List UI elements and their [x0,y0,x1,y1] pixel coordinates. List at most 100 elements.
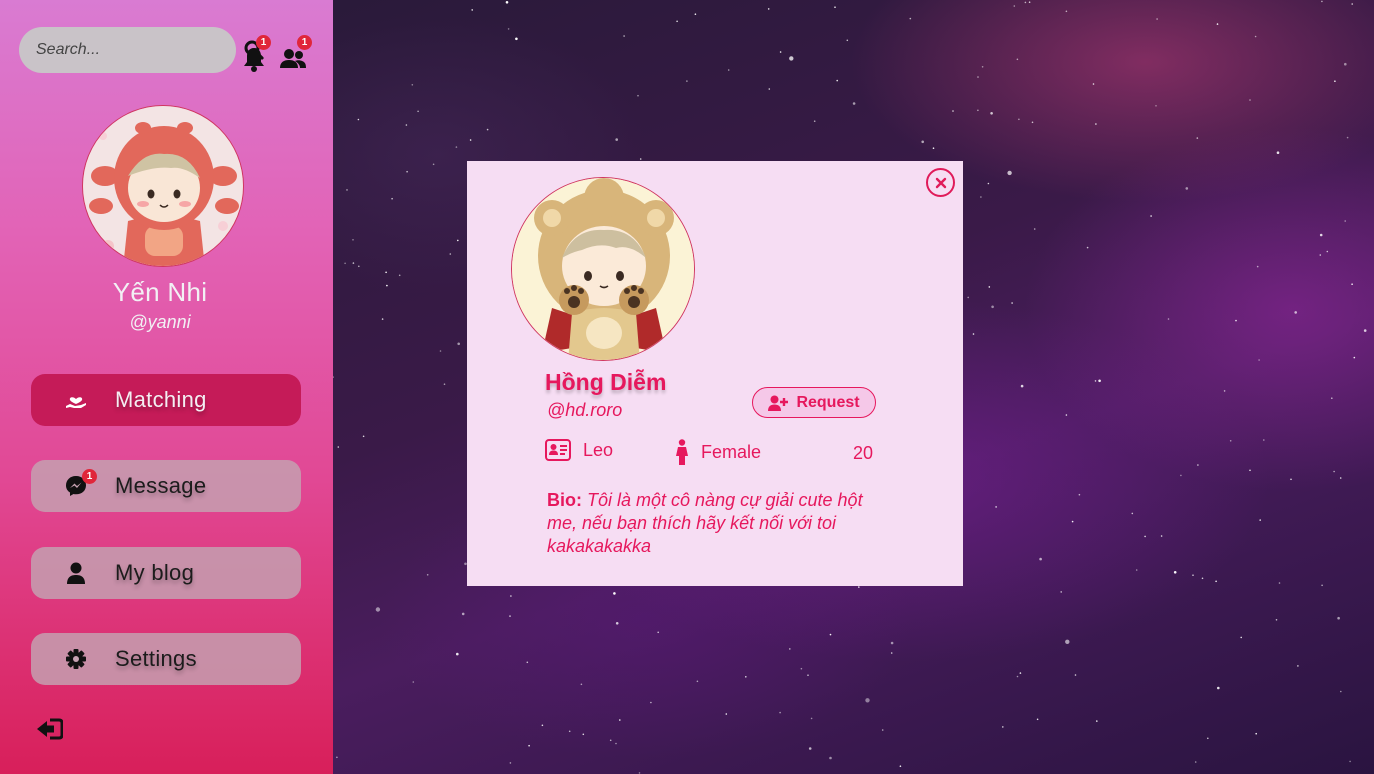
star [789,648,791,650]
star [1086,246,1089,249]
star [1007,170,1012,176]
star [995,506,997,508]
star [1194,761,1197,763]
star [813,120,816,122]
nav-message-button[interactable]: 1 Message [31,460,301,512]
profile-avatar [511,177,695,361]
star [456,652,459,656]
star [1319,233,1323,237]
star [1216,23,1219,25]
star [810,717,813,720]
star [1344,220,1346,222]
star [1290,478,1292,481]
star [696,680,699,683]
star [352,239,354,241]
gender-value: Female [701,441,762,462]
user-avatar[interactable] [82,105,244,267]
star [1259,519,1261,521]
star [890,652,893,654]
star [1333,470,1335,473]
star [417,110,419,113]
star [337,446,340,448]
request-label: Request [796,393,860,411]
user-handle: @yanni [129,312,191,332]
star [972,333,975,335]
star [336,756,338,759]
star [800,667,803,670]
logout-button[interactable] [34,716,64,742]
user-plus-icon [768,395,789,411]
star [1258,359,1260,361]
notification-badge: 1 [256,35,271,50]
star [1150,215,1152,217]
star [1351,283,1353,286]
star [981,66,984,68]
star [507,28,510,30]
star [768,88,771,90]
star [1160,535,1163,537]
star [469,139,472,141]
star [358,265,360,268]
star [386,284,388,287]
nav-settings-button[interactable]: Settings [31,633,301,685]
star [676,20,678,23]
star [1078,493,1081,496]
star [1016,58,1019,61]
star [657,631,659,634]
star [1294,311,1297,314]
close-button[interactable] [926,168,955,197]
star [694,13,697,15]
star [346,189,348,191]
star [1363,329,1367,332]
star [1031,121,1034,124]
star [1185,187,1189,190]
star [1223,390,1226,392]
star [623,35,625,37]
star [991,305,994,309]
star [1033,228,1036,230]
star [357,118,360,121]
star [1071,520,1074,523]
star [1094,380,1097,382]
star [909,17,912,20]
nav-my-blog-button[interactable]: My blog [31,547,301,599]
star [1254,35,1257,38]
request-button[interactable]: Request [752,387,876,418]
star [1349,760,1351,763]
bio: Bio: Tôi là một cô nàng cự giải cute hột… [547,489,887,558]
star [580,683,583,686]
star [745,676,747,678]
star [1340,690,1342,693]
star [362,435,365,438]
star [541,724,544,727]
message-badge: 1 [82,469,97,484]
star [457,342,460,346]
star [836,79,838,82]
star [1346,136,1349,139]
star [1217,686,1220,690]
user-name: Yến Nhi [112,277,208,307]
notification-bell-button[interactable]: 1 [239,35,271,74]
star [1240,636,1242,639]
star [582,733,585,736]
hand-heart-icon [61,385,91,415]
star [952,110,954,112]
user-icon [61,558,91,588]
messenger-icon: 1 [61,469,97,501]
star [615,742,617,745]
sidebar: 1 1 Yến Nhi @yanni [0,0,333,774]
star [1065,414,1068,416]
search-input[interactable] [36,41,244,59]
star [333,376,334,378]
nav-matching-button[interactable]: Matching [31,374,301,426]
star [1207,737,1209,740]
star [1011,302,1013,304]
star [1249,99,1251,101]
star [609,739,612,742]
star [1319,254,1322,256]
friend-requests-button[interactable]: 1 [278,35,312,74]
star [638,772,641,774]
star [890,641,894,645]
star [411,84,414,86]
star [1156,18,1158,20]
